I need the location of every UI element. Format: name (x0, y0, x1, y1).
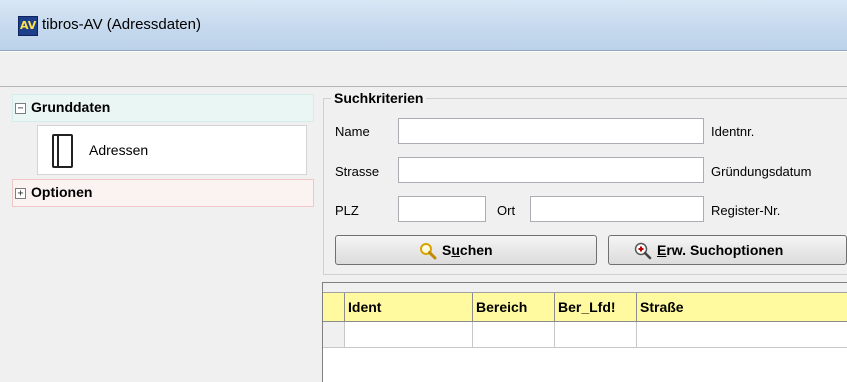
cell-strasse[interactable] (637, 322, 847, 347)
zoom-plus-icon (634, 242, 652, 260)
strasse-input[interactable] (398, 157, 704, 183)
suchen-label-accel: u (451, 242, 460, 258)
cell-ber-lfd[interactable] (555, 322, 637, 347)
ort-input[interactable] (530, 196, 704, 222)
table-row[interactable] (323, 322, 847, 348)
register-nr-label: Register-Nr. (711, 203, 781, 218)
nav-item-label: Adressen (89, 142, 149, 158)
erw-label-accel: E (657, 242, 667, 258)
column-header-ber-lfd[interactable]: Ber_Lfd! (555, 293, 637, 321)
group-label-grunddaten: Grunddaten (31, 99, 111, 115)
identnr-label: Identnr. (711, 124, 755, 139)
plz-label: PLZ (335, 203, 359, 218)
menu-bar (0, 51, 847, 87)
cell-bereich[interactable] (473, 322, 555, 347)
column-header-strasse[interactable]: Straße (637, 293, 847, 321)
suchen-button[interactable]: Suchen (335, 235, 597, 265)
row-selector-header (323, 293, 345, 321)
row-selector[interactable] (323, 322, 345, 347)
plz-input[interactable] (398, 196, 486, 222)
navigation-panel: − Grunddaten Adressen + Optionen (12, 94, 316, 381)
address-grid[interactable]: Ident Bereich Ber_Lfd! Straße (322, 282, 847, 382)
collapse-icon[interactable]: − (15, 103, 26, 114)
ort-label: Ort (497, 203, 516, 218)
window-title: tibros-AV (Adressdaten) (42, 16, 201, 33)
nav-item-adressen[interactable]: Adressen (37, 125, 307, 175)
cell-ident[interactable] (345, 322, 473, 347)
suchen-label-post: chen (459, 242, 493, 258)
gruendungsdatum-label: Gründungsdatum (711, 164, 812, 179)
column-header-bereich[interactable]: Bereich (473, 293, 555, 321)
document-icon (52, 134, 73, 168)
av-logo-icon: AV (18, 16, 38, 36)
group-grunddaten[interactable]: − Grunddaten (12, 94, 314, 122)
suchen-label-pre: S (442, 242, 452, 258)
expand-icon[interactable]: + (15, 188, 26, 199)
group-label-optionen: Optionen (31, 184, 93, 200)
column-header-ident[interactable]: Ident (345, 293, 473, 321)
strasse-label: Strasse (335, 164, 380, 179)
magnifier-icon (420, 243, 437, 260)
group-optionen[interactable]: + Optionen (12, 179, 314, 207)
erw-label-post: rw. Suchoptionen (666, 242, 784, 258)
search-criteria-legend: Suchkriterien (331, 90, 427, 107)
name-input[interactable] (398, 118, 704, 144)
name-label: Name (335, 124, 370, 139)
grid-header-row: Ident Bereich Ber_Lfd! Straße (323, 293, 847, 322)
erw-suchoptionen-button[interactable]: Erw. Suchoptionen (608, 235, 847, 265)
grid-toolbar-strip (323, 283, 847, 293)
